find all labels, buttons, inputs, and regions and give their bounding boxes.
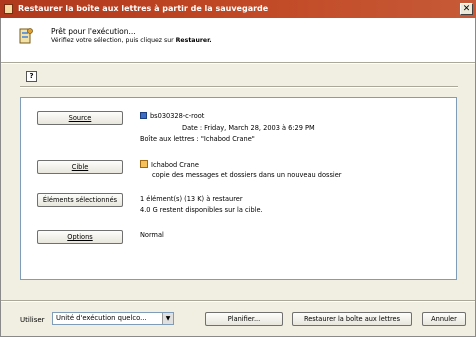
source-date: Date : Friday, March 28, 2003 à 6:29 PM <box>182 124 315 132</box>
target-button-label: Cible <box>71 163 89 171</box>
source-name: bs030328-c-root <box>150 112 205 120</box>
header-subtitle-text: Vérifiez votre sélection, puis cliquez s… <box>51 37 176 44</box>
dropdown-value: Unité d'exécution quelco... <box>56 314 147 322</box>
restore-button-label: Restaurer la boîte aux lettres <box>303 315 401 323</box>
header-subtitle: Vérifiez votre sélection, puis cliquez s… <box>51 37 212 44</box>
target-description: copie des messages et dossiers dans un n… <box>152 171 342 179</box>
restore-button[interactable]: Restaurer la boîte aux lettres <box>292 312 412 326</box>
source-mailbox: Boîte aux lettres : "Ichabod Crane" <box>140 135 255 143</box>
schedule-button[interactable]: Planifier... <box>205 312 283 326</box>
database-icon <box>140 112 147 119</box>
close-button[interactable]: ✕ <box>460 3 473 15</box>
chevron-down-icon[interactable]: ▼ <box>162 313 173 324</box>
title-bar: Restaurer la boîte aux lettres à partir … <box>0 0 476 18</box>
window-title: Restaurer la boîte aux lettres à partir … <box>18 4 269 13</box>
use-label: Utiliser <box>20 316 45 324</box>
help-button[interactable]: ? <box>26 71 37 82</box>
options-button[interactable]: Options <box>37 230 123 244</box>
cancel-button-label: Annuler <box>431 315 457 323</box>
help-divider <box>20 86 458 88</box>
header-banner: Prêt pour l'exécution... Vérifiez votre … <box>1 18 475 62</box>
execution-unit-dropdown[interactable]: Unité d'exécution quelco... ▼ <box>52 312 174 325</box>
selected-items-button-label: Éléments sélectionnés <box>42 196 118 204</box>
source-button[interactable]: Source <box>37 111 123 125</box>
space-available: 4.0 G restent disponibles sur la cible. <box>140 206 263 214</box>
source-button-label: Source <box>68 114 92 122</box>
wizard-icon <box>19 28 33 44</box>
cancel-button[interactable]: Annuler <box>422 312 466 326</box>
target-name-line: Ichabod Crane <box>140 160 199 169</box>
selected-items-button[interactable]: Éléments sélectionnés <box>37 193 123 207</box>
selected-count: 1 élément(s) (13 K) à restaurer <box>140 195 243 203</box>
user-mailbox-icon <box>140 160 148 168</box>
options-value: Normal <box>140 231 164 239</box>
target-name: Ichabod Crane <box>151 161 199 169</box>
header-subtitle-bold: Restaurer. <box>175 37 212 44</box>
source-name-line: bs030328-c-root <box>140 112 204 120</box>
header-divider <box>1 62 475 64</box>
app-icon <box>4 4 13 14</box>
schedule-button-label: Planifier... <box>227 315 261 323</box>
footer-divider <box>1 300 475 302</box>
header-title: Prêt pour l'exécution... <box>51 27 136 36</box>
target-button[interactable]: Cible <box>37 160 123 174</box>
options-button-label: Options <box>67 233 93 241</box>
